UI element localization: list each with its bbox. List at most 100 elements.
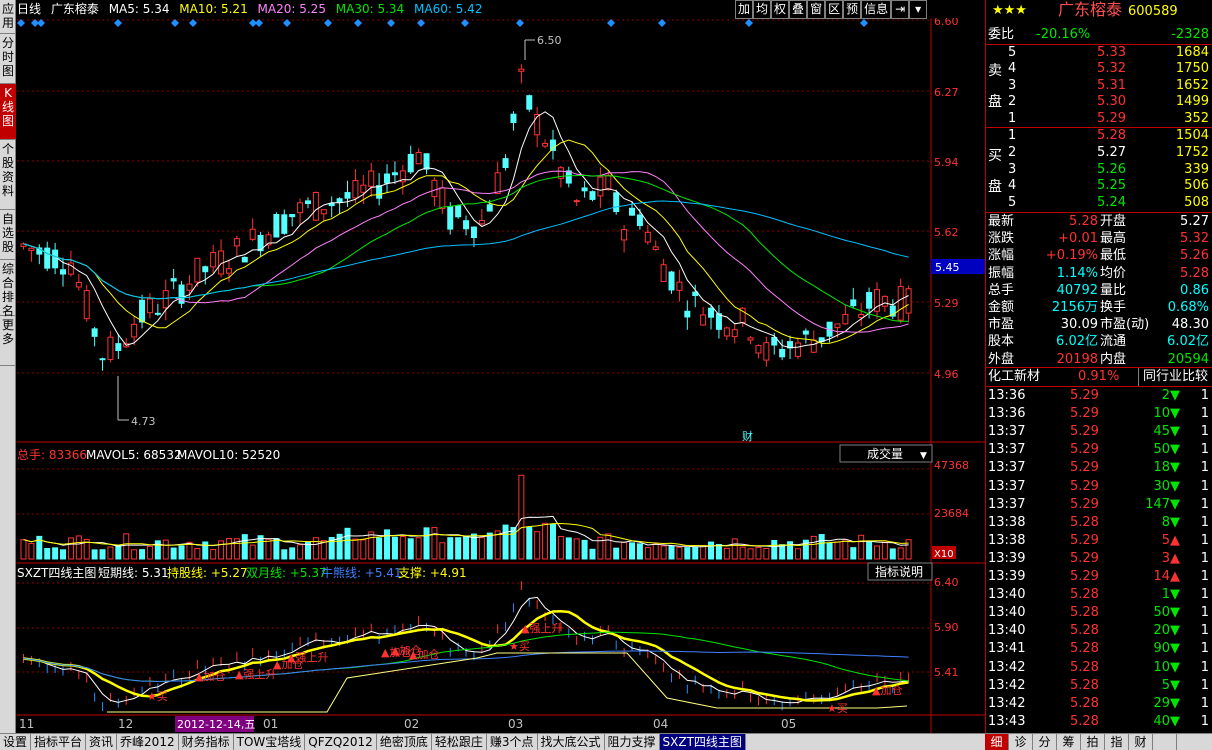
tab-3[interactable]: 乔峰2012 xyxy=(117,734,179,750)
tick-row: 13:36 5.29 10▼ 1 xyxy=(986,405,1212,423)
toolbar-button-2[interactable]: 权 xyxy=(771,0,790,19)
tab-7[interactable]: 绝密顶底 xyxy=(377,734,432,750)
sell-label: 卖 xyxy=(988,63,1002,79)
volume-bar xyxy=(692,546,699,560)
tick-price: 5.29 xyxy=(1070,442,1099,458)
ma5-value: MA5: 5.34 xyxy=(108,2,170,16)
finance-marker[interactable]: 财 xyxy=(742,429,753,443)
nav-item-0[interactable]: 应用 xyxy=(0,0,16,34)
tick-time: 13:39 xyxy=(988,550,1026,566)
tick-count: 1 xyxy=(1200,532,1209,548)
stat-label: 最新 xyxy=(988,214,1015,229)
candle-body xyxy=(44,247,51,269)
volume-bar xyxy=(794,548,801,560)
candle-body xyxy=(384,173,391,184)
panel-tab-4[interactable]: 拍 xyxy=(1081,734,1105,750)
toolbar-button-6[interactable]: 预 xyxy=(843,0,862,19)
buy-price: 5.24 xyxy=(1097,195,1126,211)
panel-tab-5[interactable]: 指 xyxy=(1105,734,1129,750)
tick-count: 1 xyxy=(1200,569,1209,584)
toolbar-button-3[interactable]: 叠 xyxy=(789,0,808,19)
tab-8[interactable]: 轻松跟庄 xyxy=(432,734,487,750)
candle-body xyxy=(589,191,596,200)
tab-12[interactable]: SXZT四线主图 xyxy=(659,734,746,750)
candle-body xyxy=(455,205,462,218)
sector-change: 0.91% xyxy=(1078,369,1120,384)
candle-body xyxy=(210,252,217,268)
toolbar-button-0[interactable]: 加 xyxy=(735,0,754,19)
stat-row: 金额 2156万 换手 0.68% xyxy=(986,299,1212,316)
tab-2[interactable]: 资讯 xyxy=(86,734,118,750)
volume-bar xyxy=(218,540,225,560)
kline-chart[interactable]: 6.60 6.27 5.94 5.62 5.29 4.96 5.45 6.50 4.73 财 4… xyxy=(17,18,985,733)
tab-0[interactable]: 设置 xyxy=(0,734,32,750)
nav-item-4[interactable]: 自选股 xyxy=(0,210,16,260)
sell-price: 5.31 xyxy=(1097,77,1126,93)
buy-volume: 508 xyxy=(1184,195,1209,211)
nav-item-1[interactable]: 分时图 xyxy=(0,34,16,84)
stat-label: 开盘 xyxy=(1100,214,1127,229)
chart-grid xyxy=(17,18,985,733)
toolbar-button-8[interactable]: ⇥ xyxy=(891,0,910,19)
signal-diamond-icon xyxy=(283,19,291,27)
tab-11[interactable]: 阻力支撑 xyxy=(605,734,660,750)
tick-time: 13:39 xyxy=(988,569,1026,584)
candle-body xyxy=(834,323,841,329)
panel-tab-7[interactable] xyxy=(1153,734,1177,750)
panel-tab-3[interactable]: 筹 xyxy=(1057,734,1081,750)
sector-name[interactable]: 化工新材 xyxy=(988,368,1040,386)
tick-price: 5.29 xyxy=(1070,550,1099,566)
candle-body xyxy=(376,185,383,199)
period-label[interactable]: 日线 xyxy=(17,2,41,16)
nav-item-6[interactable]: 更多 xyxy=(0,316,16,366)
tab-4[interactable]: 财务指标 xyxy=(179,734,234,750)
buy-price: 5.27 xyxy=(1097,144,1126,160)
tab-5[interactable]: TOW宝塔线 xyxy=(234,734,306,750)
indicator-help-label: 指标说明 xyxy=(875,564,923,579)
candle-body xyxy=(858,313,865,318)
candle-body xyxy=(534,114,541,136)
tick-row: 13:37 5.29 50▼ 1 xyxy=(986,441,1212,459)
toolbar-button-5[interactable]: 区 xyxy=(825,0,844,19)
tick-time: 13:37 xyxy=(988,442,1026,458)
tab-6[interactable]: QFZQ2012 xyxy=(305,734,377,750)
toolbar-button-4[interactable]: 窗 xyxy=(807,0,826,19)
panel-tab-0[interactable]: 细 xyxy=(985,734,1009,750)
volume-bar xyxy=(194,547,201,560)
nav-item-3[interactable]: 个股资料 xyxy=(0,140,16,210)
nav-item-5[interactable]: 综合排名 xyxy=(0,260,16,318)
indicator-signal: ▲强上升 xyxy=(235,668,276,681)
toolbar-button-1[interactable]: 均 xyxy=(753,0,772,19)
candle-body xyxy=(336,198,343,203)
tick-price: 5.29 xyxy=(1070,532,1099,548)
tick-row: 13:39 5.29 14▲ 1 xyxy=(986,568,1212,586)
tab-10[interactable]: 找大底公式 xyxy=(538,734,605,750)
tick-time: 13:43 xyxy=(988,713,1026,729)
tab-1[interactable]: 指标平台 xyxy=(31,734,87,750)
toolbar-button-9[interactable]: ▾ xyxy=(909,0,928,19)
candle-body xyxy=(154,312,161,315)
signal-diamond-icon xyxy=(658,19,666,27)
volume-bar xyxy=(249,544,256,560)
volume-bar xyxy=(842,539,849,560)
indicator-support-line xyxy=(107,652,908,713)
stat-row: 总手 40792 量比 0.86 xyxy=(986,282,1212,299)
indicator-signal: ★买 xyxy=(827,702,848,715)
tick-volume: 2▼ xyxy=(1161,388,1180,403)
volume-bar xyxy=(684,547,691,560)
volume-bar xyxy=(447,537,454,560)
panel-tab-2[interactable]: 分 xyxy=(1033,734,1057,750)
sector-compare-button[interactable]: 同行业比较 xyxy=(1138,368,1208,386)
candle-body xyxy=(368,170,375,187)
candle-body xyxy=(794,342,801,357)
tab-9[interactable]: 赚3个点 xyxy=(487,734,538,750)
volume-bar xyxy=(613,547,620,560)
toolbar-button-7[interactable]: 信息 xyxy=(861,0,892,19)
candle-body xyxy=(755,345,762,354)
nav-item-2[interactable]: K线图 xyxy=(0,84,16,140)
sell-price: 5.32 xyxy=(1097,61,1126,77)
tick-price: 5.29 xyxy=(1070,424,1099,440)
panel-tab-1[interactable]: 诊 xyxy=(1009,734,1033,750)
indicator-signal: ★买 xyxy=(509,640,530,653)
panel-tab-6[interactable]: 财 xyxy=(1129,734,1153,750)
